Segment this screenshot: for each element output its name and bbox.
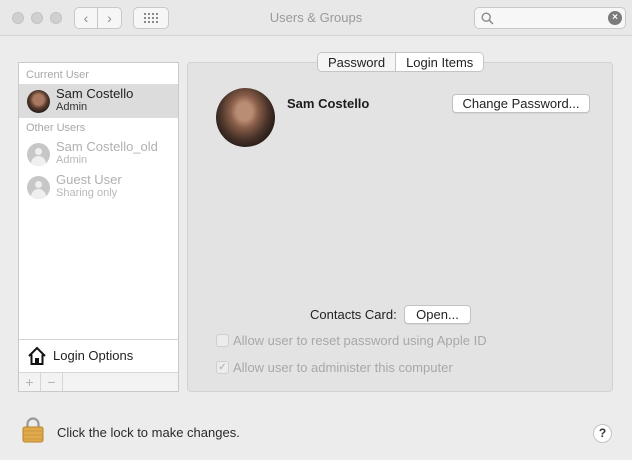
user-picture[interactable] (216, 88, 275, 147)
generic-user-icon (27, 143, 50, 166)
user-name: Sam Costello (56, 86, 134, 101)
help-button[interactable]: ? (593, 424, 612, 443)
administer-label: Allow user to administer this computer (233, 360, 453, 375)
user-role: Sharing only (56, 187, 118, 199)
other-users-header: Other Users (26, 122, 86, 134)
account-name: Sam Costello (287, 96, 370, 111)
reset-password-label: Allow user to reset password using Apple… (233, 333, 487, 348)
add-user-button[interactable]: + (19, 373, 41, 391)
user-role: Admin (56, 154, 88, 166)
lock-icon[interactable] (22, 416, 44, 443)
open-contacts-button[interactable]: Open... (404, 305, 471, 324)
generic-user-icon (27, 176, 50, 199)
search-icon (481, 12, 494, 25)
administer-checkbox[interactable]: ✓ (216, 361, 229, 374)
users-sidebar: Current User Sam Costello Admin Other Us… (18, 62, 179, 392)
sidebar-toolbar: + − (19, 372, 178, 391)
tab-login-items[interactable]: Login Items (395, 53, 484, 71)
user-row-sam-costello[interactable]: Sam Costello Admin (19, 84, 178, 118)
current-user-header: Current User (26, 69, 89, 81)
login-options-label: Login Options (53, 348, 134, 363)
user-row-guest-user[interactable]: Guest User Sharing only (19, 170, 178, 204)
tab-password[interactable]: Password (318, 53, 396, 71)
search-field[interactable]: × (474, 7, 626, 29)
user-name: Sam Costello_old (56, 139, 158, 154)
user-row-sam-costello-old[interactable]: Sam Costello_old Admin (19, 137, 178, 171)
house-icon (28, 346, 46, 365)
login-options-item[interactable]: Login Options (19, 339, 178, 372)
reset-password-checkbox[interactable] (216, 334, 229, 347)
change-password-button[interactable]: Change Password... (452, 94, 590, 113)
user-name: Guest User (56, 172, 122, 187)
user-role: Admin (56, 101, 88, 113)
clear-search-icon[interactable]: × (608, 11, 622, 25)
remove-user-button[interactable]: − (41, 373, 63, 391)
contacts-card-label: Contacts Card: (310, 307, 397, 322)
lock-status-text: Click the lock to make changes. (57, 425, 240, 440)
avatar (27, 90, 50, 113)
title-bar: ‹ › Users & Groups × (0, 0, 632, 36)
tab-bar: Password Login Items (317, 52, 485, 72)
